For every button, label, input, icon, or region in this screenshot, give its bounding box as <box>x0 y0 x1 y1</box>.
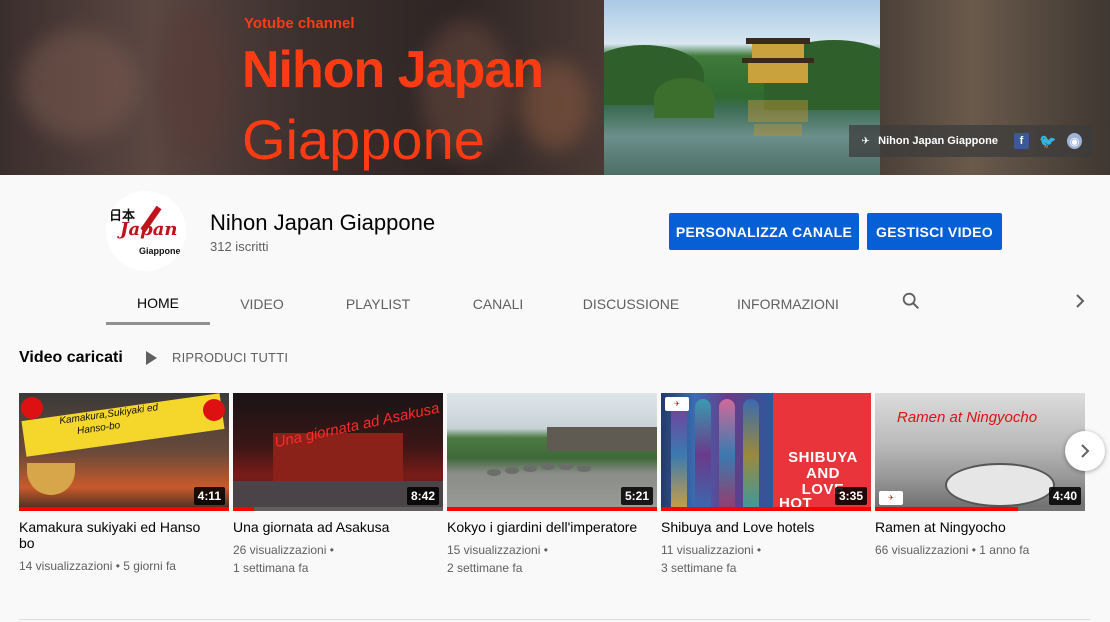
thumb-decoration <box>743 399 759 511</box>
search-icon[interactable] <box>900 289 922 313</box>
video-duration: 5:21 <box>620 487 653 505</box>
video-age: 5 giorni fa <box>123 559 176 573</box>
video-card[interactable]: ✈ SHIBUYA AND LOVE HOT 3:35 Shibuya and … <box>661 393 871 577</box>
thumb-logo-badge: ✈ <box>879 491 903 505</box>
video-age: 2 settimane fa <box>447 561 523 575</box>
video-meta: 15 visualizzazioni • 2 settimane fa <box>447 543 548 575</box>
banner-subtitle: Yotube channel <box>244 15 355 32</box>
carousel-next-button[interactable] <box>1065 431 1105 471</box>
video-duration: 3:35 <box>834 487 867 505</box>
thumb-stone <box>577 465 591 472</box>
video-thumbnail[interactable]: ✈ SHIBUYA AND LOVE HOT 3:35 <box>661 393 871 511</box>
video-age: 1 anno fa <box>979 543 1030 557</box>
video-title[interactable]: Kokyo i giardini dell'imperatore <box>447 519 647 535</box>
channel-header: 日本 Japan Giappone Nihon Japan Giappone 3… <box>0 175 1110 325</box>
video-meta: 14 visualizzazioni • 5 giorni fa <box>19 559 176 573</box>
video-meta: 26 visualizzazioni • 1 settimana fa <box>233 543 334 575</box>
video-views: 15 visualizzazioni <box>447 543 541 557</box>
video-card[interactable]: 5:21 Kokyo i giardini dell'imperatore 15… <box>447 393 657 577</box>
manage-videos-button[interactable]: GESTISCI VIDEO <box>867 213 1002 250</box>
video-card[interactable]: Ramen at Ningyocho ✈ 4:40 Ramen at Ningy… <box>875 393 1085 559</box>
video-title[interactable]: Una giornata ad Asakusa <box>233 519 433 535</box>
video-views: 14 visualizzazioni <box>19 559 113 573</box>
video-views: 26 visualizzazioni <box>233 543 327 557</box>
thumb-decoration <box>719 399 735 511</box>
banner-links: ✈ Nihon Japan Giappone f 🐦 ◉ <box>849 125 1093 157</box>
play-icon <box>146 350 157 365</box>
video-age: 3 settimane fa <box>661 561 737 575</box>
banner-link-channel-name[interactable]: Nihon Japan Giappone <box>878 135 998 147</box>
video-thumbnail[interactable]: 5:21 <box>447 393 657 511</box>
tab-canali[interactable]: CANALI <box>442 283 554 325</box>
video-duration: 4:11 <box>193 487 225 505</box>
video-thumbnail[interactable]: Ramen at Ningyocho ✈ 4:40 <box>875 393 1085 511</box>
channel-mini-logo-icon: ✈ <box>861 135 870 147</box>
video-meta: 11 visualizzazioni • 3 settimane fa <box>661 543 762 575</box>
section-divider <box>19 619 1090 620</box>
banner-title-line2: Giappone <box>242 108 485 171</box>
banner-temple-image <box>604 0 880 175</box>
video-title[interactable]: Shibuya and Love hotels <box>661 519 861 535</box>
channel-banner: Yotube channel Nihon Japan Giappone ✈ Ni… <box>0 0 1110 175</box>
tabs-next-chevron-icon[interactable] <box>1072 291 1088 311</box>
avatar-script: Japan <box>120 219 178 240</box>
video-duration: 8:42 <box>406 487 439 505</box>
website-icon[interactable]: ◉ <box>1066 133 1083 149</box>
video-views: 11 visualizzazioni <box>661 543 754 557</box>
thumb-wall <box>547 427 657 451</box>
thumb-stone <box>559 463 573 470</box>
chevron-right-icon <box>1081 444 1090 458</box>
section-title: Video caricati <box>19 349 123 366</box>
watch-progress <box>875 507 1018 511</box>
facebook-icon[interactable]: f <box>1013 133 1029 149</box>
watch-progress-track <box>233 507 443 511</box>
tab-video[interactable]: VIDEO <box>210 283 314 325</box>
tab-discussione[interactable]: DISCUSSIONE <box>554 283 708 325</box>
play-all-label: RIPRODUCI TUTTI <box>172 350 289 365</box>
tab-playlist[interactable]: PLAYLIST <box>314 283 442 325</box>
thumb-stone <box>487 469 501 476</box>
thumb-bowl <box>27 463 75 495</box>
uploads-section: Video caricati RIPRODUCI TUTTI Kamakura,… <box>0 325 1110 622</box>
video-title[interactable]: Ramen at Ningyocho <box>875 519 1075 535</box>
play-all-button[interactable]: RIPRODUCI TUTTI <box>146 350 288 365</box>
thumb-decoration <box>671 399 687 511</box>
thumb-decoration <box>695 399 711 511</box>
thumb-decoration <box>21 397 43 419</box>
video-title[interactable]: Kamakura sukiyaki ed Hanso bo <box>19 519 219 551</box>
video-meta: 66 visualizzazioni • 1 anno fa <box>875 543 1030 557</box>
watch-progress <box>661 507 871 511</box>
thumb-logo-badge: ✈ <box>665 397 689 411</box>
video-card[interactable]: Una giornata ad Asakusa 8:42 Una giornat… <box>233 393 443 577</box>
thumb-stone <box>523 465 537 472</box>
video-age: 1 settimana fa <box>233 561 309 575</box>
avatar-caption: Giappone <box>139 246 181 256</box>
channel-avatar[interactable]: 日本 Japan Giappone <box>106 191 186 271</box>
tab-home[interactable]: HOME <box>106 283 210 325</box>
watch-progress <box>19 507 229 511</box>
thumb-text: Ramen at Ningyocho <box>897 409 1038 426</box>
channel-tabs: HOME VIDEO PLAYLIST CANALI DISCUSSIONE I… <box>106 283 868 325</box>
twitter-icon[interactable]: 🐦 <box>1039 133 1056 149</box>
video-thumbnail[interactable]: Una giornata ad Asakusa 8:42 <box>233 393 443 511</box>
video-thumbnail[interactable]: Kamakura,Sukiyaki ed Hanso-bo 4:11 <box>19 393 229 511</box>
tab-informazioni[interactable]: INFORMAZIONI <box>708 283 868 325</box>
thumb-text: AND <box>806 465 840 482</box>
video-duration: 4:40 <box>1048 487 1081 505</box>
thumb-stone <box>541 463 555 470</box>
thumb-text: SHIBUYA <box>788 449 858 466</box>
channel-name: Nihon Japan Giappone <box>210 210 436 235</box>
thumb-stone <box>505 467 519 474</box>
thumb-decoration <box>203 399 225 421</box>
video-card[interactable]: Kamakura,Sukiyaki ed Hanso-bo 4:11 Kamak… <box>19 393 229 575</box>
thumb-yellow-banner <box>21 393 225 457</box>
watch-progress <box>233 507 254 511</box>
customize-channel-button[interactable]: PERSONALIZZA CANALE <box>669 213 859 250</box>
banner-title-line1: Nihon Japan <box>242 41 544 99</box>
video-views: 66 visualizzazioni <box>875 543 969 557</box>
watch-progress <box>447 507 657 511</box>
thumb-bowl <box>945 463 1055 507</box>
subscriber-count: 312 iscritti <box>210 239 269 254</box>
